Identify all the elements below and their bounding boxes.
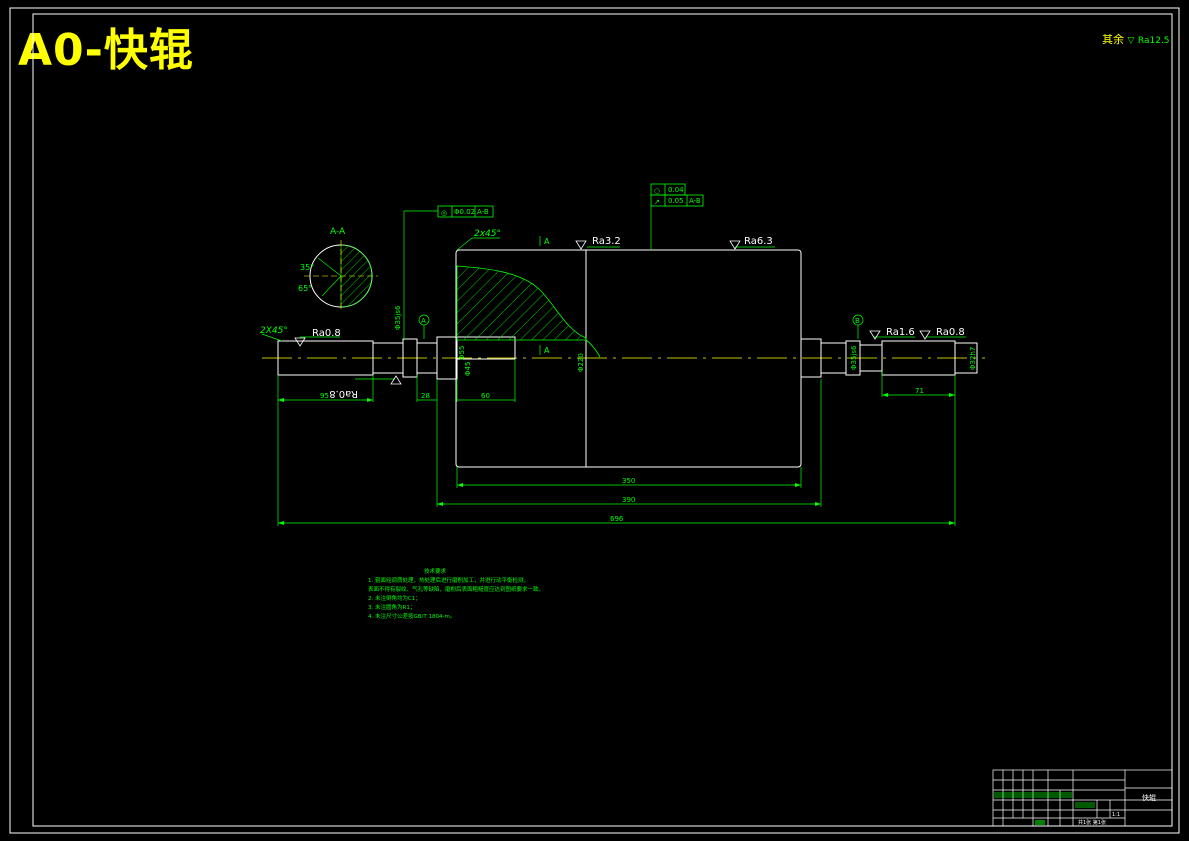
title-block-part-name: 快辊	[1142, 793, 1156, 802]
dia-left-bearing: Φ35js6	[394, 305, 402, 330]
datum-b-label: B	[855, 317, 860, 325]
dimension-values: 95 28 60 71 350 390 696	[320, 387, 924, 523]
chamfer-left-label: 2X45°	[260, 326, 288, 336]
section-label: A-A	[330, 227, 346, 237]
dia-right-bearing: Φ35js6	[850, 345, 858, 370]
section-mark-top: A	[544, 237, 550, 246]
runout-icon: ↗	[654, 198, 660, 206]
section-mark-bottom: A	[544, 346, 550, 355]
note-line: 2. 未注倒角均为C1；	[368, 596, 421, 602]
dim-28: 28	[421, 392, 430, 400]
hatched-section	[456, 265, 587, 341]
section-aa-view: A-A 35° 65°	[298, 227, 378, 312]
dia-roller: Φ220	[577, 353, 585, 372]
tolerance-top-1-value: 0.04	[668, 186, 684, 194]
concentricity-icon: ◎	[441, 209, 447, 217]
angle-label-2: 65°	[298, 284, 312, 293]
roughness-right-2: Ra0.8	[936, 327, 965, 338]
note-line: 4. 未注尺寸公差按GB/T 1804-m。	[368, 614, 456, 620]
dim-696: 696	[610, 515, 624, 523]
roughness-roller-left: Ra3.2	[592, 236, 621, 247]
roughness-left-bearing: Ra0.8	[329, 388, 358, 399]
roughness-roller-top: Ra6.3	[744, 236, 773, 247]
dim-95: 95	[320, 392, 329, 400]
tolerance-left-datum: A-B	[477, 208, 489, 216]
dim-350: 350	[622, 477, 635, 485]
inner-frame	[32, 13, 1173, 827]
angle-label-1: 35°	[300, 263, 314, 272]
tolerance-text: ◎ Φ0.02 A-B ○ 0.04 ↗ 0.05 A-B	[441, 186, 701, 217]
tolerance-left-value: Φ0.02	[454, 208, 475, 216]
dia-neck-2: Φ45	[464, 362, 472, 376]
datum-a-label: A	[421, 317, 426, 325]
dimension-arrows	[278, 393, 955, 525]
roughness-labels: Ra3.2 Ra6.3 Ra0.8 Ra0.8 Ra1.6 Ra0.8	[312, 236, 965, 399]
title-block-scale: 1:1	[1112, 812, 1120, 818]
note-line: 表面不得有裂纹、气孔等缺陷，磨削后表面粗糙度应达到图纸要求一致。	[368, 587, 545, 593]
roughness-left-end: Ra0.8	[312, 328, 341, 339]
chamfer-top-label: 2x45°	[474, 229, 501, 239]
outer-frame	[9, 7, 1180, 834]
tolerance-top-2-datum: A-B	[689, 197, 701, 205]
dim-60: 60	[481, 392, 490, 400]
fillet-curve	[585, 339, 601, 358]
dia-neck-1: Φ55	[458, 346, 466, 360]
roughness-icon	[294, 240, 931, 385]
engineering-drawing: A-A 35° 65° Ra3.2 Ra6.3 Ra0.8 Ra0.8 Ra1.…	[9, 7, 1180, 834]
dim-71: 71	[915, 387, 924, 395]
title-block-sheet: 共1张 第1张	[1078, 819, 1106, 826]
circularity-icon: ○	[654, 187, 660, 195]
dia-right-end: Φ32h7	[969, 347, 977, 370]
note-line: 1. 辊面经调质处理，热处理后进行磨削加工，并进行动平衡检测，	[368, 578, 529, 584]
shaft-outline	[277, 249, 978, 468]
tolerance-top-2-value: 0.05	[668, 197, 684, 205]
notes-heading: 技术要求	[424, 569, 447, 575]
technical-notes: 技术要求 1. 辊面经调质处理，热处理后进行磨削加工，并进行动平衡检测， 表面不…	[368, 568, 544, 622]
note-line: 3. 未注圆角为R1；	[368, 605, 416, 611]
dim-390: 390	[622, 496, 635, 504]
roughness-right-1: Ra1.6	[886, 327, 915, 338]
